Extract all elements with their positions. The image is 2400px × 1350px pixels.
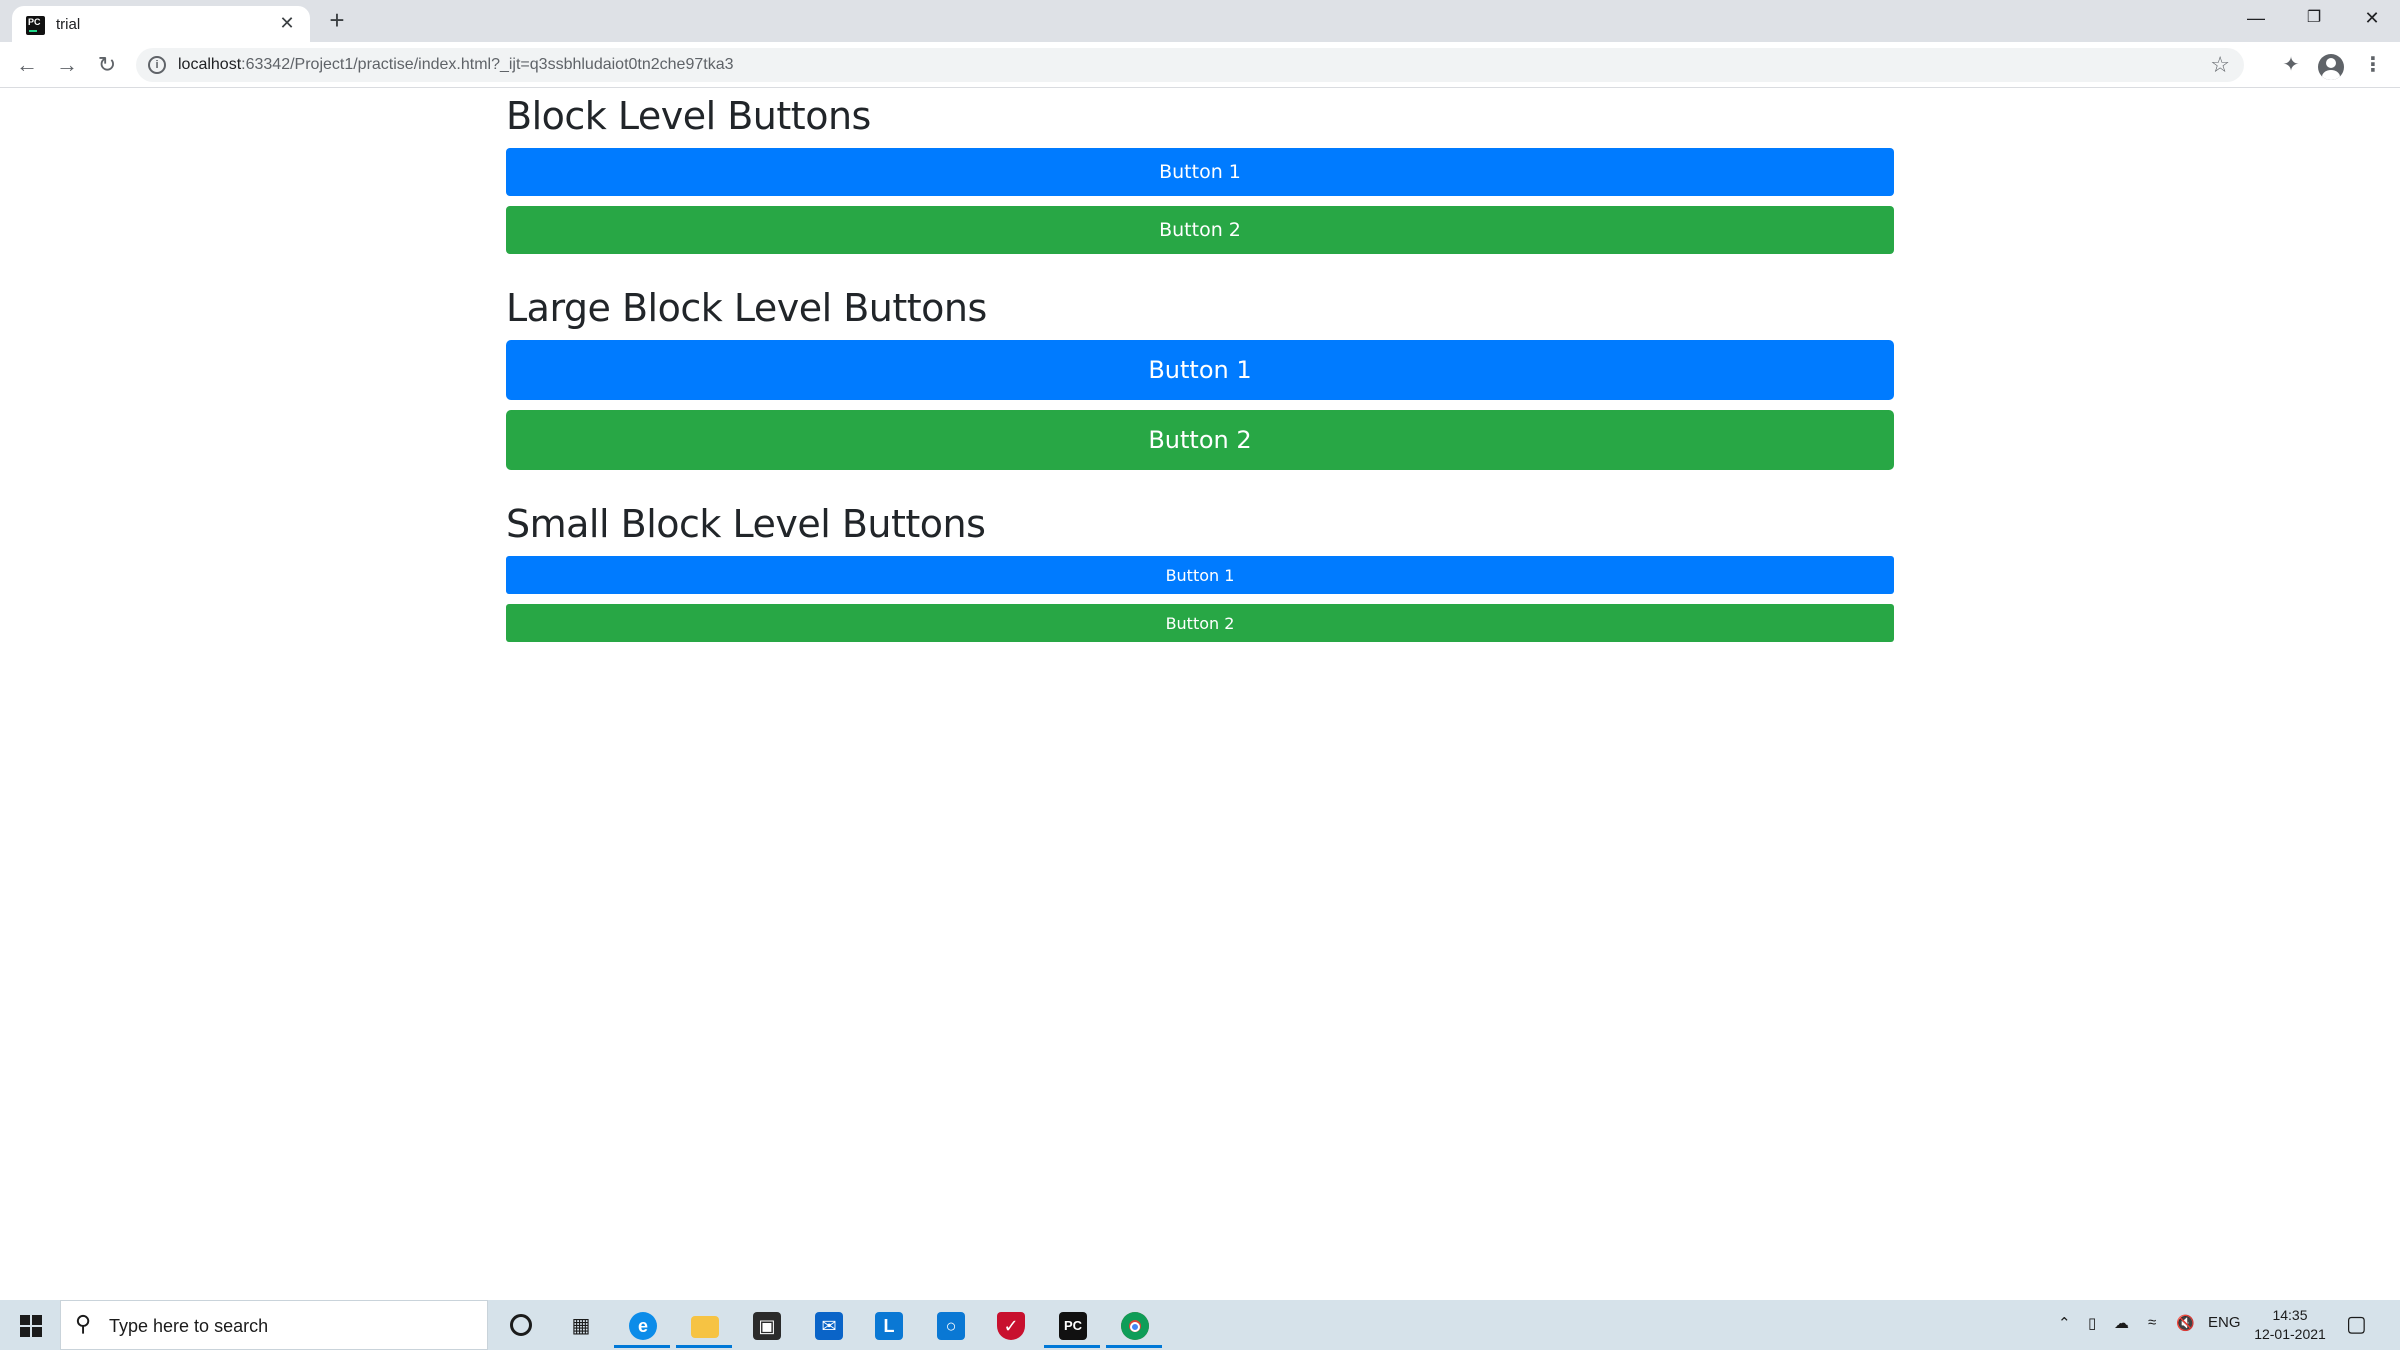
small-block-button-2[interactable]: Button 2 bbox=[506, 604, 1894, 642]
taskbar-search-box[interactable]: ⚲ Type here to search bbox=[60, 1300, 488, 1350]
pycharm-icon[interactable]: PC bbox=[1042, 1302, 1102, 1348]
large-block-button-1[interactable]: Button 1 bbox=[506, 340, 1894, 400]
volume-muted-icon[interactable]: 🔇 bbox=[2176, 1314, 2195, 1332]
forward-arrow-icon[interactable]: → bbox=[52, 50, 82, 80]
new-tab-button[interactable]: + bbox=[322, 6, 352, 36]
file-explorer-icon[interactable] bbox=[674, 1302, 734, 1348]
clock-time: 14:35 bbox=[2272, 1307, 2308, 1323]
browser-tab[interactable]: PC trial ✕ bbox=[12, 6, 310, 42]
section-heading-block: Block Level Buttons bbox=[506, 94, 871, 138]
battery-icon[interactable]: ▯ bbox=[2088, 1314, 2096, 1332]
mcafee-icon[interactable]: ✓ bbox=[980, 1302, 1040, 1348]
section-heading-small: Small Block Level Buttons bbox=[506, 502, 986, 546]
show-hidden-icons-chevron-icon[interactable]: ⌃ bbox=[2058, 1314, 2071, 1332]
pycharm-favicon-icon: PC bbox=[26, 16, 45, 35]
chrome-icon[interactable] bbox=[1104, 1302, 1164, 1348]
section-heading-large: Large Block Level Buttons bbox=[506, 286, 987, 330]
reload-icon[interactable]: ↻ bbox=[92, 50, 122, 80]
minimize-button[interactable]: — bbox=[2228, 0, 2284, 36]
wifi-icon[interactable]: ≈ bbox=[2148, 1314, 2156, 1331]
extensions-puzzle-icon[interactable]: ✦ bbox=[2276, 50, 2306, 80]
restore-button[interactable]: ❐ bbox=[2286, 0, 2342, 36]
search-icon: ⚲ bbox=[75, 1311, 92, 1336]
app-icon[interactable]: ○ bbox=[920, 1302, 980, 1348]
block-button-2[interactable]: Button 2 bbox=[506, 206, 1894, 254]
small-block-button-1[interactable]: Button 1 bbox=[506, 556, 1894, 594]
browser-toolbar: ← → ↻ i localhost:63342/Project1/practis… bbox=[0, 42, 2400, 88]
onedrive-cloud-icon[interactable]: ☁ bbox=[2114, 1314, 2129, 1332]
bookmark-star-icon[interactable]: ☆ bbox=[2210, 52, 2230, 78]
address-bar[interactable]: i localhost:63342/Project1/practise/inde… bbox=[136, 48, 2244, 82]
edge-icon[interactable]: e bbox=[612, 1302, 672, 1348]
mail-icon[interactable]: ✉ bbox=[798, 1302, 858, 1348]
window-close-button[interactable]: ✕ bbox=[2344, 0, 2400, 36]
large-block-button-2[interactable]: Button 2 bbox=[506, 410, 1894, 470]
page-content: Block Level Buttons Button 1 Button 2 La… bbox=[506, 88, 1894, 642]
profile-avatar-icon[interactable] bbox=[2318, 54, 2344, 80]
language-indicator[interactable]: ENG bbox=[2208, 1314, 2241, 1331]
tab-close-icon[interactable]: ✕ bbox=[276, 12, 298, 34]
cortana-icon[interactable] bbox=[490, 1302, 550, 1348]
back-arrow-icon[interactable]: ← bbox=[12, 50, 42, 80]
windows-taskbar: ⚲ Type here to search ▦ e ▣ ✉ L ○ ✓ PC ⌃… bbox=[0, 1300, 2400, 1350]
l-app-icon[interactable]: L bbox=[858, 1302, 918, 1348]
search-placeholder: Type here to search bbox=[109, 1316, 269, 1336]
task-view-icon[interactable]: ▦ bbox=[550, 1302, 610, 1348]
taskbar-clock[interactable]: 14:35 12-01-2021 bbox=[2250, 1306, 2330, 1344]
clock-date: 12-01-2021 bbox=[2254, 1326, 2326, 1342]
block-button-1[interactable]: Button 1 bbox=[506, 148, 1894, 196]
browser-tab-strip: PC trial ✕ + — ❐ ✕ bbox=[0, 0, 2400, 42]
menu-kebab-icon[interactable]: ⋮ bbox=[2358, 50, 2388, 80]
url-text[interactable]: localhost:63342/Project1/practise/index.… bbox=[178, 56, 733, 74]
notifications-icon[interactable]: ▢ bbox=[2346, 1311, 2367, 1337]
site-info-icon[interactable]: i bbox=[148, 56, 166, 74]
store-icon[interactable]: ▣ bbox=[736, 1302, 796, 1348]
tab-title: trial bbox=[56, 16, 81, 33]
windows-start-icon[interactable] bbox=[0, 1300, 60, 1350]
